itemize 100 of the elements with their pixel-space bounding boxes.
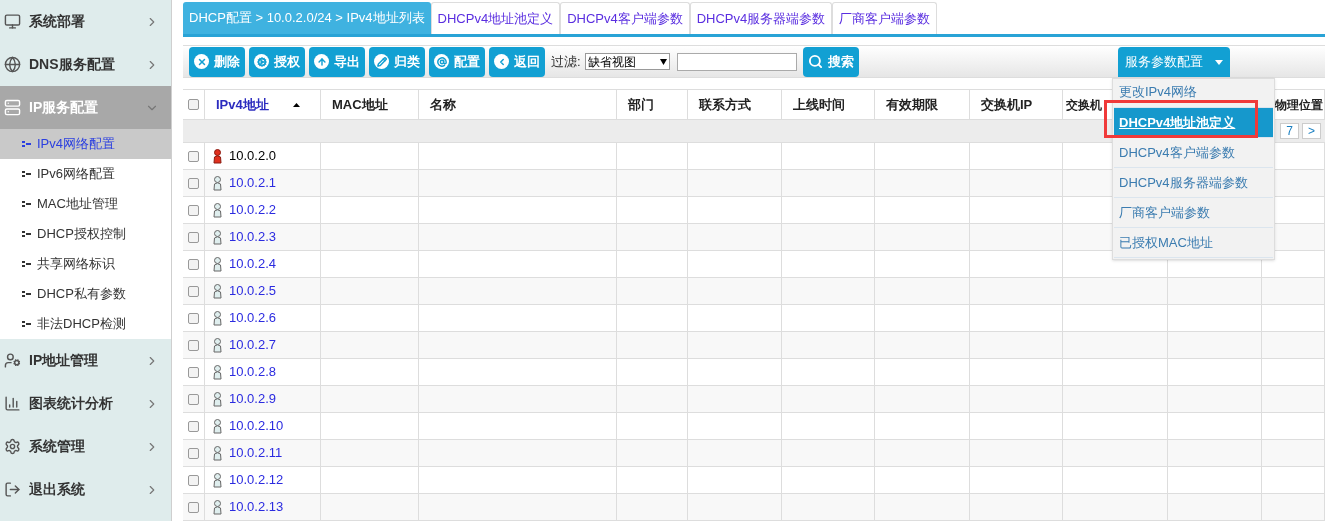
caret-icon — [1215, 59, 1223, 65]
column-header[interactable]: 交换机 — [1066, 95, 1102, 114]
person-icon — [212, 310, 223, 326]
nav-item[interactable]: IPv4网络配置 — [0, 129, 171, 159]
ip-address[interactable]: 10.0.2.2 — [229, 200, 276, 220]
row-checkbox[interactable] — [188, 447, 199, 459]
row-checkbox[interactable] — [188, 231, 199, 243]
row-checkbox[interactable] — [188, 258, 199, 270]
row-checkbox[interactable] — [188, 366, 199, 378]
row-checkbox[interactable] — [188, 285, 199, 297]
select-all-checkbox[interactable] — [188, 99, 199, 110]
nav-item[interactable]: 非法DHCP检测 — [0, 309, 171, 339]
person-icon — [212, 364, 223, 380]
row-checkbox[interactable] — [188, 420, 199, 432]
sort-up-icon — [292, 102, 300, 107]
close-icon — [194, 54, 209, 69]
row-checkbox[interactable] — [188, 177, 199, 189]
tab[interactable]: DHCPv4地址池定义 — [430, 2, 561, 34]
nav-section[interactable]: IP地址管理 — [0, 339, 171, 382]
column-header[interactable]: 上线时间 — [793, 94, 845, 115]
column-header[interactable]: 物理位置 — [1275, 95, 1323, 114]
tab[interactable]: DHCPv4服务器端参数 — [689, 2, 833, 34]
filter-select[interactable]: 缺省视图 — [584, 53, 670, 70]
search-field[interactable] — [676, 52, 797, 71]
column-header[interactable]: 联系方式 — [699, 94, 751, 115]
bullet-icon — [22, 231, 31, 237]
globe-icon — [4, 56, 21, 73]
person-icon — [212, 499, 223, 515]
bullet-icon — [22, 201, 31, 207]
column-header[interactable]: 名称 — [430, 94, 456, 115]
search-icon — [807, 54, 823, 69]
ip-address[interactable]: 10.0.2.5 — [229, 281, 276, 301]
ip-address[interactable]: 10.0.2.9 — [229, 389, 276, 409]
nav-item[interactable]: DHCP私有参数 — [0, 279, 171, 309]
nav-section[interactable]: 退出系统 — [0, 468, 171, 511]
ip-address[interactable]: 10.0.2.6 — [229, 308, 276, 328]
ip-address[interactable]: 10.0.2.12 — [229, 470, 284, 490]
column-header[interactable]: 有效期限 — [886, 94, 938, 115]
nav-section[interactable]: DNS服务配置 — [0, 43, 171, 86]
nav-section[interactable]: 系统管理 — [0, 425, 171, 468]
person-icon — [212, 337, 223, 353]
row-checkbox[interactable] — [188, 501, 199, 513]
pager-button[interactable]: 7 — [1280, 123, 1299, 139]
server-icon — [4, 99, 21, 116]
row-checkbox[interactable] — [188, 339, 199, 351]
pager-button[interactable]: > — [1302, 123, 1321, 139]
column-header[interactable]: 部门 — [628, 94, 654, 115]
ip-address[interactable]: 10.0.2.1 — [229, 173, 276, 193]
exit-icon — [4, 481, 21, 498]
ip-address[interactable]: 10.0.2.4 — [229, 254, 276, 274]
settings-icon — [4, 438, 21, 455]
person-icon — [212, 202, 223, 218]
ip-address[interactable]: 10.0.2.10 — [229, 416, 284, 436]
menu-item[interactable]: 已授权MAC地址 — [1114, 228, 1273, 258]
monitor-icon — [4, 13, 21, 30]
row-checkbox[interactable] — [188, 312, 199, 324]
column-header[interactable]: 交换机IP — [981, 94, 1033, 115]
person-icon — [212, 229, 223, 245]
ip-address[interactable]: 10.0.2.11 — [229, 443, 283, 463]
gear-icon — [254, 54, 269, 69]
row-checkbox[interactable] — [188, 474, 199, 486]
nav-item[interactable]: 共享网络标识 — [0, 249, 171, 279]
menu-item[interactable]: DHCPv4客户端参数 — [1114, 138, 1273, 168]
ip-address[interactable]: 10.0.2.7 — [229, 335, 276, 355]
bullet-icon — [22, 291, 31, 297]
pencil-icon — [374, 54, 389, 69]
person-icon — [212, 283, 223, 299]
menu-item[interactable]: 厂商客户端参数 — [1114, 198, 1273, 228]
ip-address[interactable]: 10.0.2.8 — [229, 362, 276, 382]
user-gear-icon — [4, 352, 21, 369]
column-header[interactable]: MAC地址 — [332, 94, 388, 115]
row-checkbox[interactable] — [188, 150, 199, 162]
ip-address[interactable]: 10.0.2.3 — [229, 227, 276, 247]
person-icon — [212, 256, 223, 272]
dropdown-arrow-icon — [659, 58, 667, 65]
bar-chart-icon — [4, 395, 21, 412]
ip-address: 10.0.2.0 — [229, 147, 276, 166]
bullet-icon — [22, 321, 31, 327]
column-header[interactable]: IPv4地址 — [216, 94, 269, 115]
person-icon — [212, 472, 223, 488]
person-icon — [212, 391, 223, 407]
nav-section[interactable]: 图表统计分析 — [0, 382, 171, 425]
back-icon — [494, 54, 509, 69]
menu-item[interactable]: DHCPv4服务器端参数 — [1114, 168, 1273, 198]
bullet-icon — [22, 141, 31, 147]
row-checkbox[interactable] — [188, 204, 199, 216]
nav-item[interactable]: DHCP授权控制 — [0, 219, 171, 249]
tab[interactable]: DHCPv4客户端参数 — [560, 2, 690, 34]
nav-item[interactable]: IPv6网络配置 — [0, 159, 171, 189]
bullet-icon — [22, 261, 31, 267]
nav-section[interactable]: 系统部署 — [0, 0, 171, 43]
person-icon — [212, 445, 223, 461]
tab[interactable]: 厂商客户端参数 — [832, 2, 938, 34]
bullet-icon — [22, 171, 31, 177]
ip-address[interactable]: 10.0.2.13 — [229, 497, 284, 517]
row-checkbox[interactable] — [188, 393, 199, 405]
nav-item[interactable]: MAC地址管理 — [0, 189, 171, 219]
filter-label: 过滤: — [551, 52, 581, 71]
person-icon — [212, 148, 223, 164]
at-sign-icon — [434, 54, 449, 69]
